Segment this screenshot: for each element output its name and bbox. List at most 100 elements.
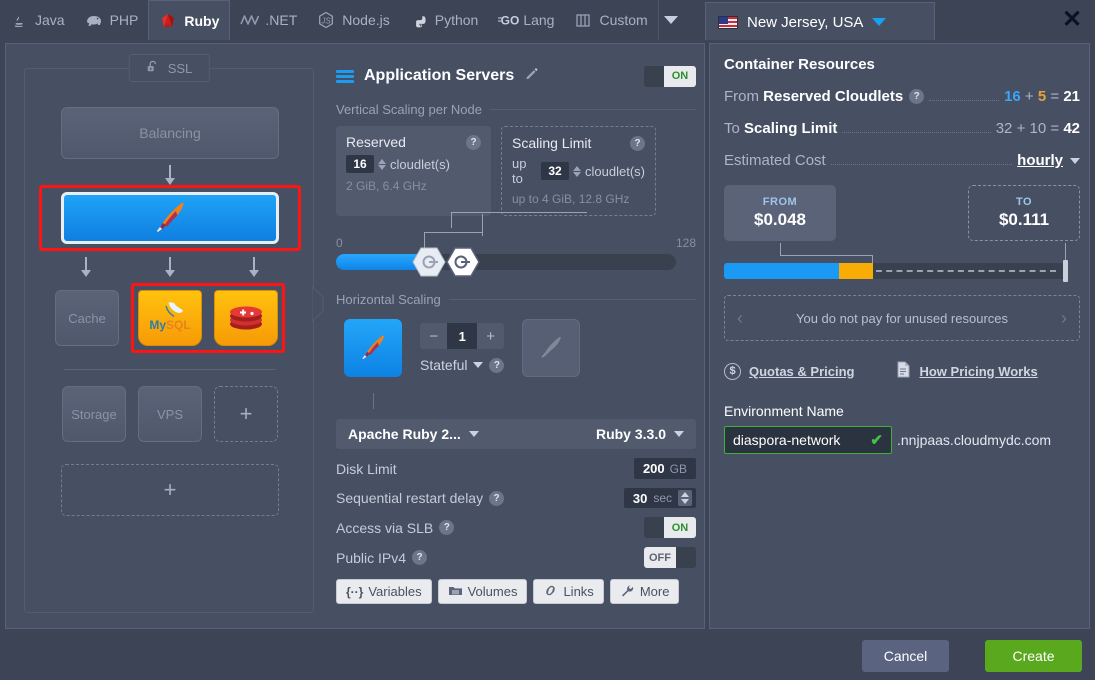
disk-limit-unit: GB	[669, 462, 687, 476]
add-layer-button[interactable]: +	[61, 464, 279, 516]
scaling-limit-box[interactable]: Scaling Limit ? up to 32 cloudlet(s) up …	[501, 126, 656, 216]
slider-ticks: 0 128	[336, 236, 696, 250]
from-total: 21	[1063, 88, 1080, 105]
slider-track[interactable]	[336, 254, 676, 270]
cache-node[interactable]: Cache	[55, 290, 119, 346]
slider-handle-reserved[interactable]	[412, 246, 446, 278]
toggle-knob	[644, 517, 664, 538]
tab-java[interactable]: Java	[0, 0, 75, 40]
storage-label: Storage	[71, 406, 117, 422]
ipv4-toggle[interactable]: OFF	[644, 547, 696, 568]
layer-power-toggle[interactable]: ON	[644, 65, 696, 87]
next-arrow-icon[interactable]: ›	[1061, 308, 1067, 329]
scaling-limit-value[interactable]: 32	[541, 162, 570, 180]
tab-python[interactable]: Python	[400, 0, 489, 40]
how-pricing-works-link[interactable]: How Pricing Works	[896, 361, 1038, 381]
help-icon[interactable]: ?	[412, 550, 428, 565]
help-icon[interactable]: ?	[466, 134, 481, 150]
environment-domain-suffix: .nnjpaas.cloudmydc.com	[897, 432, 1052, 448]
reserved-box[interactable]: Reserved ? 16 cloudlet(s) 2 GiB, 6.4 GHz	[336, 126, 491, 216]
data-tier-row: Cache MySQL	[25, 283, 315, 353]
scaling-limit-stepper[interactable]	[573, 165, 582, 177]
chevron-down-icon[interactable]	[468, 431, 479, 437]
environment-name-input[interactable]: diaspora-network ✔	[724, 426, 892, 454]
stateful-dropdown[interactable]: Stateful ?	[420, 357, 505, 373]
tab-go-lang[interactable]: GO Lang	[488, 0, 564, 40]
volumes-button[interactable]: Volumes	[437, 579, 528, 604]
redis-node[interactable]	[214, 290, 278, 346]
dialog-footer: Cancel Create	[0, 632, 1095, 680]
more-button[interactable]: More	[609, 579, 680, 604]
help-icon[interactable]: ?	[489, 357, 505, 373]
horizontal-scaling-row: − 1 + Stateful ?	[336, 319, 696, 409]
tab-overflow-chevron-down-icon[interactable]	[657, 0, 684, 40]
ssl-label: SSL	[167, 60, 193, 76]
help-icon[interactable]: ?	[439, 520, 455, 535]
cancel-button[interactable]: Cancel	[862, 640, 949, 672]
chevron-down-icon[interactable]	[1070, 157, 1080, 164]
svg-text:MySQL: MySQL	[149, 318, 190, 332]
arrow-row-triple	[81, 257, 259, 277]
reserved-value[interactable]: 16	[346, 155, 374, 173]
help-icon[interactable]: ?	[909, 89, 925, 104]
price-bar-end-handle[interactable]	[1063, 260, 1068, 282]
reserved-stepper[interactable]	[378, 158, 386, 170]
price-bar-remaining	[876, 270, 1056, 272]
from-values: 16 + 5 = 21	[1004, 88, 1080, 105]
help-icon[interactable]: ?	[489, 490, 505, 506]
stack-version-bar: Apache Ruby 2... Ruby 3.3.0	[336, 419, 696, 449]
pricing-links: $ Quotas & Pricing How Pricing Works	[724, 361, 1080, 381]
prev-arrow-icon[interactable]: ‹	[737, 308, 743, 329]
add-node-placeholder[interactable]	[522, 319, 581, 377]
app-server-node[interactable]	[61, 192, 279, 244]
chevron-down-icon[interactable]	[473, 362, 484, 368]
scaling-mode-horizontal-button[interactable]	[344, 319, 402, 377]
slb-label: Access via SLB	[336, 519, 434, 536]
tab-ruby[interactable]: Ruby	[148, 0, 231, 41]
price-bar[interactable]	[724, 260, 1068, 282]
region-selector-tab[interactable]: New Jersey, USA	[705, 2, 935, 41]
restart-delay-stepper[interactable]	[678, 490, 692, 506]
ruby-gem-icon	[158, 11, 178, 31]
variables-button[interactable]: {··} Variables	[336, 579, 432, 604]
scaling-boxes: Reserved ? 16 cloudlet(s) 2 GiB, 6.4 GHz…	[336, 126, 696, 216]
region-chevron-down-icon[interactable]	[872, 18, 887, 26]
node-settings-column: Application Servers ON Vertical Scaling …	[336, 62, 696, 604]
ipv4-row: Public IPv4 ? OFF	[336, 547, 696, 568]
node-count-stepper[interactable]: − 1 +	[420, 323, 505, 349]
disk-limit-field[interactable]: 200 GB	[633, 458, 696, 479]
tab-dotnet[interactable]: .NET	[230, 0, 307, 40]
help-icon[interactable]: ?	[630, 135, 645, 151]
tab-nodejs[interactable]: JS Node.js	[307, 0, 399, 40]
ssl-chip[interactable]: SSL	[128, 54, 210, 82]
vertical-scaling-header: Vertical Scaling per Node	[336, 102, 696, 117]
mysql-node[interactable]: MySQL	[138, 290, 202, 346]
engine-version-dropdown[interactable]: Ruby 3.3.0	[596, 426, 684, 442]
pencil-icon[interactable]	[524, 67, 540, 86]
add-node-button[interactable]: +	[214, 386, 278, 442]
create-button[interactable]: Create	[985, 640, 1082, 672]
close-icon[interactable]: ✕	[1057, 6, 1087, 34]
stack-dropdown[interactable]: Apache Ruby 2...	[348, 426, 479, 442]
hamburger-icon[interactable]	[336, 69, 354, 83]
storage-node[interactable]: Storage	[62, 386, 126, 442]
cost-period-dropdown[interactable]: hourly	[1017, 152, 1063, 169]
slb-toggle[interactable]: ON	[644, 517, 696, 538]
slider-handle-limit[interactable]	[446, 246, 480, 278]
tab-custom[interactable]: Custom	[564, 0, 657, 40]
slb-row: Access via SLB ? ON	[336, 517, 696, 538]
chevron-down-icon[interactable]	[674, 431, 684, 437]
to-total: 42	[1063, 120, 1080, 137]
links-button[interactable]: Links	[533, 579, 604, 604]
restart-delay-field[interactable]: 30 sec	[623, 488, 696, 508]
cloudlet-slider[interactable]: 0 128	[336, 212, 696, 280]
left-panel: SSL Balancing Cache MySQL Storage VPS + …	[5, 43, 705, 629]
vps-node[interactable]: VPS	[138, 386, 202, 442]
vertical-scaling-label: Vertical Scaling per Node	[336, 102, 482, 117]
tab-php[interactable]: PHP	[75, 0, 149, 40]
balancing-node[interactable]: Balancing	[61, 107, 279, 159]
quotas-and-pricing-link[interactable]: $ Quotas & Pricing	[724, 362, 854, 380]
increment-button[interactable]: +	[477, 323, 505, 349]
decrement-button[interactable]: −	[420, 323, 448, 349]
from-reserved-a: 16	[1004, 88, 1021, 105]
